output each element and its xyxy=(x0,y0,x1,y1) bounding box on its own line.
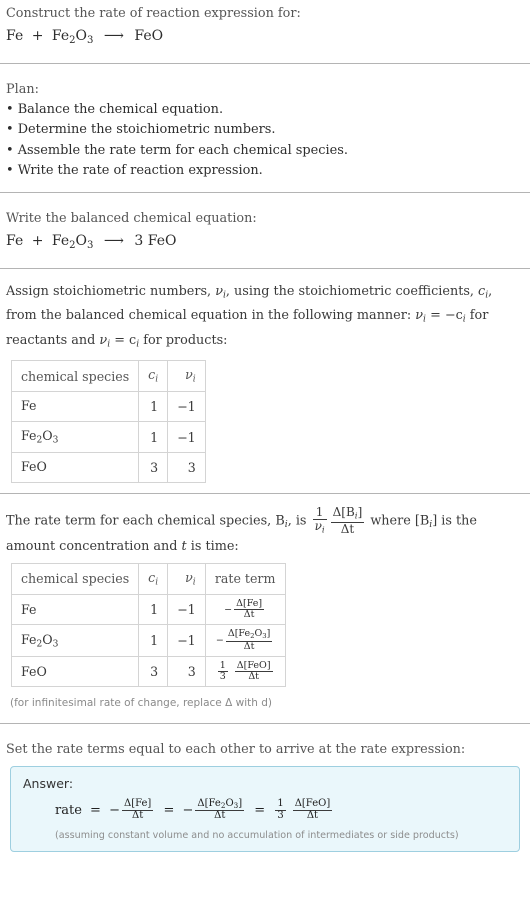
reactant-fe2o3: Fe2O3 xyxy=(51,232,94,251)
cell-rate-term: − Δ[Fe2O3] Δt xyxy=(204,624,286,657)
rate-label: rate xyxy=(55,803,82,819)
divider xyxy=(0,723,530,725)
divider xyxy=(0,493,530,495)
product-coefficient: 3 xyxy=(134,232,144,249)
plan-step: • Determine the stoichiometric numbers. xyxy=(6,122,276,138)
reaction-arrow-icon: ⟶ xyxy=(103,232,124,249)
table-row: FeO 3 3 13 Δ[FeO] Δt xyxy=(10,655,286,688)
rate-term-intro: The rate term for each chemical species,… xyxy=(6,505,477,555)
cell-c: 1 xyxy=(138,593,169,626)
cell-species: FeO xyxy=(10,655,140,688)
product-feo: FeO xyxy=(147,232,177,249)
term1-sign: − xyxy=(109,803,120,819)
problem-section: Construct the rate of reaction expressio… xyxy=(0,0,530,64)
term2-sign: − xyxy=(182,803,194,819)
plan-step: • Balance the chemical equation. xyxy=(6,101,224,117)
table-row: Fe2O3 1 −1 − Δ[Fe2O3] Δt xyxy=(10,624,286,657)
equals-sign: = xyxy=(163,803,175,819)
header-c-i: ci xyxy=(138,360,169,392)
equals-sign: = xyxy=(254,803,266,819)
cell-nu: −1 xyxy=(167,390,206,423)
divider xyxy=(0,62,530,64)
header-chemical-species: chemical species xyxy=(10,563,140,595)
header-c-i: ci xyxy=(138,563,169,595)
rate-term-table: chemical species ci νi rate term Fe 1 −1… xyxy=(10,563,286,688)
table-row: Fe 1 −1 − Δ[Fe] Δt xyxy=(10,593,286,626)
cell-nu: 3 xyxy=(167,451,206,484)
cell-c: 1 xyxy=(138,390,169,423)
header-nu-i: νi xyxy=(167,360,206,392)
cell-species: Fe2O3 xyxy=(10,421,140,453)
cell-c: 3 xyxy=(138,655,169,688)
answer-assumption: (assuming constant volume and no accumul… xyxy=(55,829,459,841)
assign-text: Assign stoichiometric numbers, νi, using… xyxy=(6,283,493,350)
step-by-step-solution-page: Construct the rate of reaction expressio… xyxy=(0,0,530,860)
cell-rate-term: 13 Δ[FeO] Δt xyxy=(204,655,286,688)
cell-nu: −1 xyxy=(167,421,206,453)
final-section: Set the rate terms equal to each other t… xyxy=(0,736,530,852)
assign-section: Assign stoichiometric numbers, νi, using… xyxy=(0,281,530,495)
cell-species: Fe2O3 xyxy=(10,624,140,657)
term3-fraction: Δ[FeO] Δt xyxy=(292,798,333,822)
plan-step: • Write the rate of reaction expression. xyxy=(6,163,263,179)
cell-species: Fe xyxy=(10,593,140,626)
term1-fraction: Δ[Fe] Δt xyxy=(121,798,154,822)
reaction-arrow-icon: ⟶ xyxy=(103,28,124,44)
reactant-fe: Fe xyxy=(6,28,24,44)
one-over-nu-fraction: 1 νi xyxy=(312,505,327,536)
cell-species: Fe xyxy=(10,390,140,423)
balanced-heading: Write the balanced chemical equation: xyxy=(6,210,257,226)
balanced-equation: Fe + Fe2O3 ⟶ 3 FeO xyxy=(6,229,524,258)
term3-coefficient-fraction: 13 xyxy=(275,798,286,822)
header-rate-term: rate term xyxy=(204,563,286,595)
rate-expression: rate = − Δ[Fe] Δt = − Δ[Fe2O3] Δt = 1 3 Δ[FeO]… xyxy=(23,798,507,822)
final-heading: Set the rate terms equal to each other t… xyxy=(6,742,466,758)
table-header-row: chemical species ci νi xyxy=(10,360,206,392)
plus-sign: + xyxy=(31,28,44,44)
answer-label: Answer: xyxy=(23,776,74,792)
problem-prompt: Construct the rate of reaction expressio… xyxy=(6,6,301,21)
cell-nu: −1 xyxy=(167,624,206,657)
equals-sign: = xyxy=(90,803,101,819)
stoichiometric-numbers-table: chemical species ci νi Fe 1 −1 Fe2O3 1 −… xyxy=(10,360,206,484)
term2-fraction: Δ[Fe2O3] Δt xyxy=(195,798,245,822)
rate-term-section: The rate term for each chemical species,… xyxy=(0,505,530,725)
cell-rate-term: − Δ[Fe] Δt xyxy=(204,593,286,626)
product-feo: FeO xyxy=(134,28,164,44)
cell-nu: 3 xyxy=(167,655,206,688)
plan-section: Plan: • Balance the chemical equation. •… xyxy=(0,76,530,193)
header-nu-i: νi xyxy=(167,563,206,595)
problem-equation: Fe + Fe2O3 ⟶ FeO xyxy=(6,24,524,53)
plan-heading: Plan: xyxy=(6,81,39,97)
infinitesimal-footnote: (for infinitesimal rate of change, repla… xyxy=(10,697,272,710)
divider xyxy=(0,267,530,269)
table-row: Fe 1 −1 xyxy=(10,390,206,423)
plan-step: • Assemble the rate term for each chemic… xyxy=(6,142,348,158)
divider xyxy=(0,191,530,193)
table-header-row: chemical species ci νi rate term xyxy=(10,563,286,595)
cell-species: FeO xyxy=(10,451,140,484)
cell-c: 3 xyxy=(138,451,169,484)
reactant-fe2o3: Fe2O3 xyxy=(51,28,94,46)
header-chemical-species: chemical species xyxy=(10,360,140,392)
cell-c: 1 xyxy=(138,624,169,657)
plus-sign: + xyxy=(31,232,44,249)
cell-c: 1 xyxy=(138,421,169,453)
cell-nu: −1 xyxy=(167,593,206,626)
reactant-fe: Fe xyxy=(6,232,24,249)
table-row: FeO 3 3 xyxy=(10,451,206,484)
balanced-equation-section: Write the balanced chemical equation: Fe… xyxy=(0,205,530,269)
table-row: Fe2O3 1 −1 xyxy=(10,421,206,453)
answer-box: Answer: rate = − Δ[Fe] Δt = − Δ[Fe2O3] Δt = … xyxy=(10,766,520,852)
delta-b-over-delta-t-fraction: Δ[Bi] Δt xyxy=(330,505,365,537)
